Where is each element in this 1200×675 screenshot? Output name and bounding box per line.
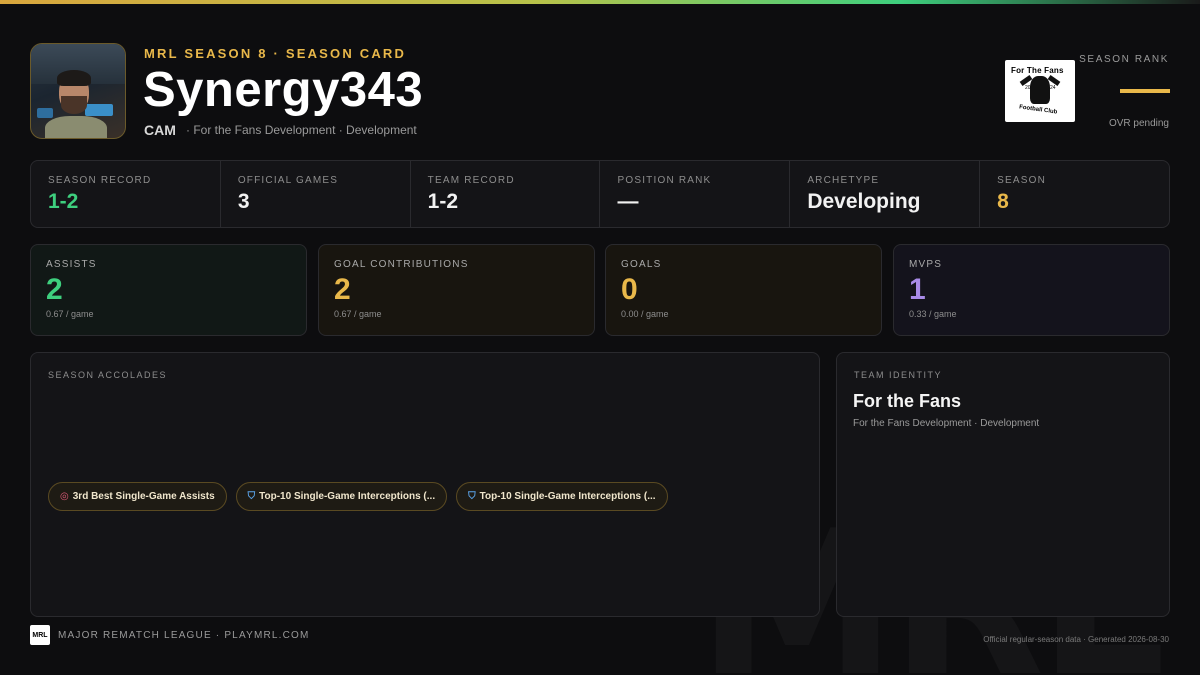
shield-icon: ⛉ xyxy=(247,491,256,502)
stat-season-record: SEASON RECORD 1-2 xyxy=(31,161,221,227)
stat-value: — xyxy=(617,190,639,213)
metric-per-game: 0.33 / game xyxy=(909,308,957,319)
stat-team-record: TEAM RECORD 1-2 xyxy=(411,161,601,227)
accolade-chip: ◎ 3rd Best Single-Game Assists xyxy=(48,482,227,511)
metric-card-mvps: MVPS 1 0.33 / game xyxy=(893,244,1170,336)
team-logo-bottom-text: Football Club xyxy=(1018,104,1058,116)
stat-label: POSITION RANK xyxy=(617,175,712,186)
metric-card-assists: ASSISTS 2 0.67 / game xyxy=(30,244,307,336)
team-identity-name: For the Fans xyxy=(853,391,962,411)
mrl-logo: MRL xyxy=(30,625,50,645)
season-stats-strip: SEASON RECORD 1-2 OFFICIAL GAMES 3 TEAM … xyxy=(30,160,1170,228)
metric-label: ASSISTS xyxy=(46,259,97,270)
stat-label: TEAM RECORD xyxy=(427,175,515,186)
stat-label: OFFICIAL GAMES xyxy=(237,175,339,186)
season-rank-label: SEASON RANK xyxy=(1079,54,1169,65)
metric-label: GOALS xyxy=(621,259,662,270)
season-rank-value xyxy=(1120,89,1170,93)
metric-card-goals: GOALS 0 0.00 / game xyxy=(605,244,882,336)
metric-value: 2 xyxy=(46,273,63,306)
metric-per-game: 0.00 / game xyxy=(621,308,669,319)
stat-position-rank: POSITION RANK — xyxy=(600,161,791,227)
metric-per-game: 0.67 / game xyxy=(46,308,94,319)
target-icon: ◎ xyxy=(60,491,69,502)
metric-card-goal-contributions: GOAL CONTRIBUTIONS 2 0.67 / game xyxy=(318,244,595,336)
stat-label: ARCHETYPE xyxy=(807,175,880,186)
accolades-label: SEASON ACCOLADES xyxy=(48,370,168,380)
stat-official-games: OFFICIAL GAMES 3 xyxy=(221,161,411,227)
team-identity-panel: TEAM IDENTITY For the Fans For the Fans … xyxy=(836,352,1170,617)
season-accolades-panel: SEASON ACCOLADES ◎ 3rd Best Single-Game … xyxy=(30,352,820,617)
stat-value: Developing xyxy=(807,190,921,213)
accolade-text: Top-10 Single-Game Interceptions (... xyxy=(479,491,656,502)
stat-archetype: ARCHETYPE Developing xyxy=(790,161,981,227)
metric-value: 0 xyxy=(621,273,638,306)
stat-season: SEASON 8 xyxy=(980,161,1169,227)
footer-league-link[interactable]: MAJOR REMATCH LEAGUE · PLAYMRL.COM xyxy=(58,630,310,641)
metric-label: GOAL CONTRIBUTIONS xyxy=(334,259,469,270)
team-identity-sub: For the Fans Development · Development xyxy=(853,418,1040,429)
stat-value: 3 xyxy=(237,190,250,213)
ovr-pending-text: OVR pending xyxy=(1108,118,1169,129)
shield-icon: ⛉ xyxy=(468,491,476,502)
team-logo-year-right: 24 xyxy=(1050,85,1056,91)
footer-generated-note: Official regular-season data · Generated… xyxy=(983,635,1169,644)
stat-value: 8 xyxy=(997,190,1009,213)
metric-value: 2 xyxy=(334,273,351,306)
accolade-text: Top-10 Single-Game Interceptions (... xyxy=(259,491,436,502)
team-logo-top-text: For The Fans xyxy=(1011,66,1064,75)
stat-label: SEASON xyxy=(997,175,1047,186)
league-season-label: MRL SEASON 8 · SEASON CARD xyxy=(144,46,407,61)
accolade-text: 3rd Best Single-Game Assists xyxy=(72,491,215,502)
stat-label: SEASON RECORD xyxy=(48,175,152,186)
accolade-chip: ⛉ Top-10 Single-Game Interceptions (... xyxy=(235,482,448,511)
accolades-list: ◎ 3rd Best Single-Game Assists ⛉ Top-10 … xyxy=(48,482,668,511)
stat-value: 1-2 xyxy=(427,190,459,213)
accolade-chip: ⛉ Top-10 Single-Game Interceptions (... xyxy=(456,482,668,511)
accent-bar xyxy=(0,0,1200,4)
stat-value: 1-2 xyxy=(48,190,79,213)
player-avatar xyxy=(30,43,126,139)
metric-per-game: 0.67 / game xyxy=(334,308,382,319)
player-name: Synergy343 xyxy=(143,63,424,117)
team-logo-year-left: 20 xyxy=(1025,85,1031,91)
metric-label: MVPS xyxy=(909,259,943,270)
player-team-line: · For the Fans Development · Development xyxy=(186,123,417,137)
team-identity-label: TEAM IDENTITY xyxy=(854,370,943,380)
team-logo: For The Fans 20 24 Football Club xyxy=(1005,60,1075,122)
player-position: CAM xyxy=(144,122,176,138)
metric-value: 1 xyxy=(909,273,926,306)
